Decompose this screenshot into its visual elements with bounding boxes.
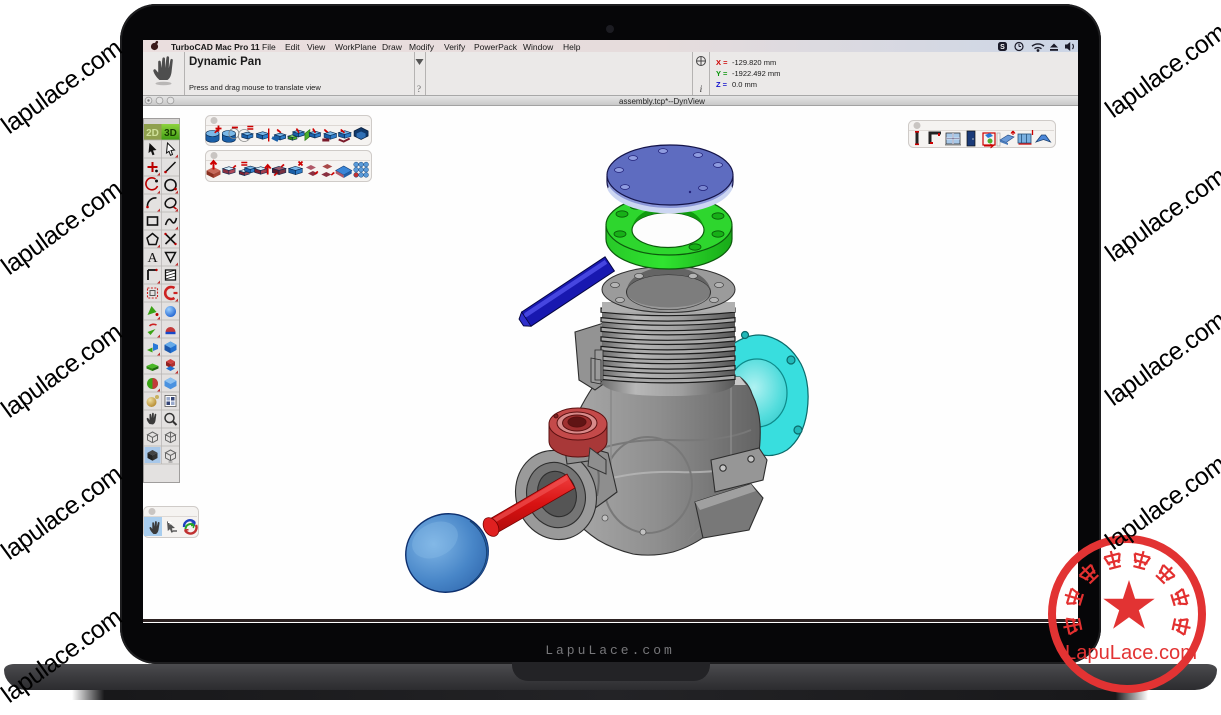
svg-text:A: A <box>147 251 158 266</box>
svg-text:LapuLace.com: LapuLace.com <box>1065 642 1197 664</box>
svg-text:?: ? <box>417 84 421 94</box>
svg-text:3D: 3D <box>164 128 177 139</box>
svg-text:2D: 2D <box>146 128 159 139</box>
svg-text:i: i <box>700 85 703 95</box>
svg-text:S: S <box>1000 44 1005 51</box>
